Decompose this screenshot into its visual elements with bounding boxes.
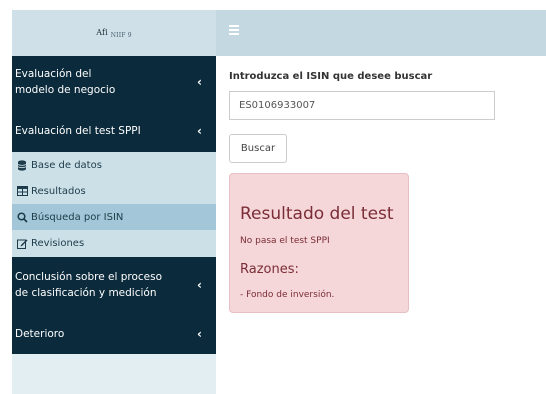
sppi-submenu: Base de datos Resultados Búsqueda por IS… [12,152,216,257]
reason-item: - Fondo de inversión. [240,290,335,300]
sidebar-item-business-model[interactable]: Evaluación del modelo de negocio ‹ [12,66,216,98]
subitem-isin-search[interactable]: Búsqueda por ISIN [12,204,216,230]
isin-input[interactable] [229,91,495,120]
isin-prompt-label: Introduzca el ISIN que desee buscar [229,71,433,82]
subitem-results[interactable]: Resultados [12,178,216,204]
database-icon [16,159,28,171]
subitem-reviews[interactable]: Revisiones [12,230,216,256]
chevron-left-icon: ‹ [197,75,202,89]
chevron-left-icon: ‹ [197,124,202,138]
edit-icon [16,237,28,249]
subitem-database[interactable]: Base de datos [12,152,216,178]
search-button[interactable]: Buscar [229,134,287,163]
result-title: Resultado del test [240,204,394,224]
sidebar-item-label: modelo de negocio [15,84,116,96]
table-icon [16,185,28,197]
sidebar: Evaluación del modelo de negocio ‹ Evalu… [12,56,216,394]
sidebar-item-label: Evaluación del [15,68,92,80]
sidebar-item-impairment[interactable]: Deterioro ‹ [12,326,216,342]
subitem-label: Búsqueda por ISIN [31,211,124,223]
reasons-title: Razones: [240,262,299,277]
logo-area: Afi NIIF 9 [12,10,216,56]
sidebar-item-label: Conclusión sobre el proceso [15,271,163,283]
sidebar-item-sppi[interactable]: Evaluación del test SPPI ‹ [12,123,216,139]
chevron-left-icon: ‹ [197,278,202,292]
hamburger-icon[interactable] [229,25,239,35]
subitem-label: Base de datos [31,159,102,171]
sidebar-item-label: Deterioro [15,328,65,340]
search-icon [16,211,28,223]
subitem-label: Revisiones [31,237,85,249]
subitem-label: Resultados [31,185,86,197]
chevron-left-icon: ‹ [197,327,202,341]
result-panel: Resultado del test No pasa el test SPPI … [229,173,409,313]
logo-main: Afi [96,27,108,37]
logo: Afi NIIF 9 [96,28,132,39]
top-bar [216,10,546,56]
logo-sub: NIIF 9 [110,31,132,39]
sidebar-item-conclusion[interactable]: Conclusión sobre el proceso de clasifica… [12,269,216,301]
sidebar-item-label: Evaluación del test SPPI [15,125,141,137]
sidebar-item-label: de clasificación y medición [15,287,157,299]
result-status: No pasa el test SPPI [240,236,330,246]
